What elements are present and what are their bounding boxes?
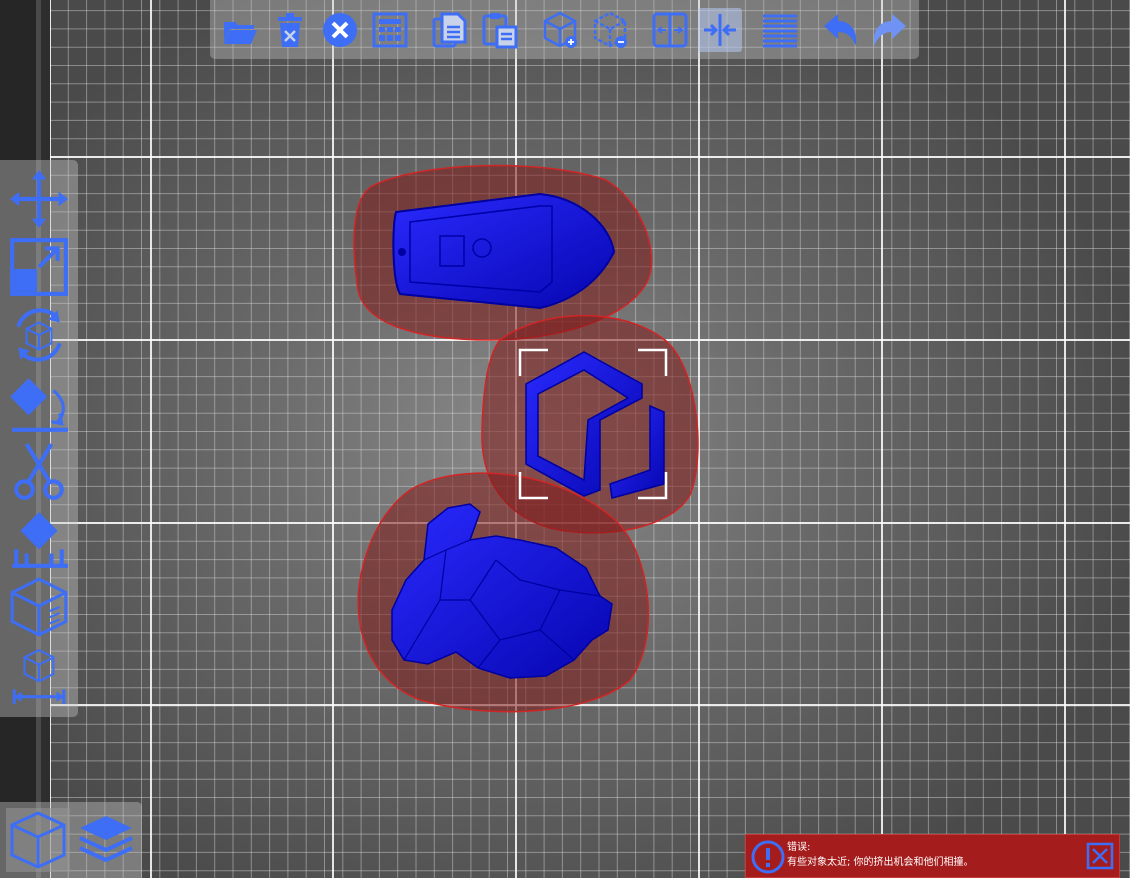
cube-plus-icon [543, 11, 577, 48]
build-plate-scene[interactable] [0, 0, 1130, 878]
error-title: 错误: [787, 842, 811, 853]
scale-tool-button[interactable] [6, 234, 72, 300]
undo-button[interactable] [818, 8, 862, 52]
support-tool-button[interactable] [6, 506, 72, 572]
main-toolbar [210, 0, 919, 59]
clear-all-button[interactable] [318, 8, 362, 52]
measure-tool-button[interactable] [6, 642, 72, 708]
warning-circle-icon [751, 840, 785, 874]
rotate-tool-button[interactable] [6, 302, 72, 368]
error-notification: 错误: 有些对象太近; 你的挤出机会和他们相撞。 [745, 834, 1120, 878]
paste-button[interactable] [478, 8, 522, 52]
rotate-cube-icon [16, 308, 62, 362]
copy-icon [432, 12, 467, 48]
tool-sidebar [0, 160, 78, 717]
layer-view-button[interactable] [74, 808, 138, 872]
redo-button[interactable] [868, 8, 912, 52]
move-tool-button[interactable] [6, 166, 72, 232]
lay-flat-tool-button[interactable] [6, 370, 72, 436]
cube-minus-icon [593, 11, 627, 48]
delete-button[interactable] [268, 8, 312, 52]
grid-arrange-icon [372, 12, 408, 48]
move-arrows-icon [10, 170, 68, 228]
boat-model[interactable] [392, 192, 616, 310]
view-mode-panel [0, 802, 142, 878]
split-button[interactable] [648, 8, 692, 52]
cube-view-icon [10, 811, 66, 869]
arrange-button[interactable] [368, 8, 412, 52]
cut-tool-button[interactable] [6, 438, 72, 504]
trash-icon [278, 13, 302, 47]
undo-icon [824, 14, 857, 46]
layers-lines-icon [763, 14, 797, 48]
redo-icon [873, 14, 906, 46]
paste-icon [482, 13, 518, 49]
error-message: 有些对象太近; 你的挤出机会和他们相撞。 [787, 857, 974, 868]
add-object-button[interactable] [538, 8, 582, 52]
lay-flat-icon [10, 378, 68, 432]
layers-button[interactable] [758, 8, 802, 52]
remove-object-button[interactable] [588, 8, 632, 52]
info-tool-button[interactable] [6, 574, 72, 640]
scale-icon [10, 238, 68, 296]
merge-button[interactable] [698, 8, 742, 52]
split-icon [652, 12, 688, 48]
close-circle-icon [323, 13, 357, 47]
error-close-button[interactable] [1086, 842, 1114, 870]
open-file-button[interactable] [218, 8, 262, 52]
close-box-icon [1086, 842, 1114, 870]
support-icon [12, 512, 68, 568]
copy-button[interactable] [428, 8, 472, 52]
cube-info-icon [10, 577, 68, 637]
folder-open-icon [224, 22, 257, 44]
measure-icon [12, 649, 66, 704]
model-view-button[interactable] [6, 808, 70, 872]
layers-stack-icon [79, 816, 133, 863]
scissors-icon [14, 443, 64, 500]
merge-icon [704, 14, 736, 46]
